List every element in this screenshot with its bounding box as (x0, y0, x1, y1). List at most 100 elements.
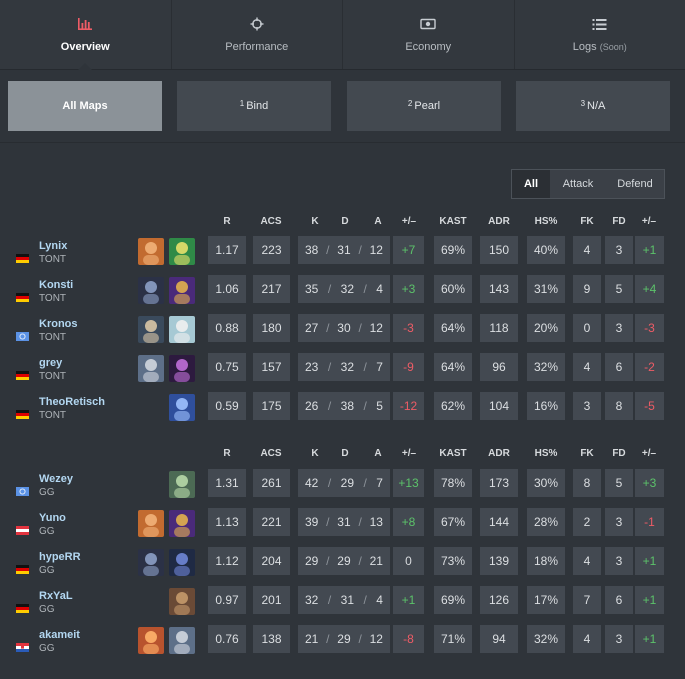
player-row: TheoRetisch TONT 0.59 175 26 / 38 / 5 -12 62% 104 16… (0, 392, 685, 424)
side-attack-button[interactable]: Attack (550, 170, 606, 198)
deaths-value: 29 (337, 554, 351, 568)
rating-cell: 0.97 (208, 586, 246, 614)
first-kill-diff-cell: -3 (635, 314, 664, 342)
jett-agent (169, 394, 195, 421)
player-name[interactable]: Lynix (39, 240, 67, 252)
adr-cell: 173 (480, 469, 518, 497)
side-defend-button[interactable]: Defend (606, 170, 664, 198)
map-bind-button[interactable]: 1 Bind (177, 81, 331, 131)
side-all-button[interactable]: All (512, 170, 550, 198)
kills-value: 39 (305, 515, 319, 529)
map-na-button[interactable]: 3 N/A (516, 81, 670, 131)
map-pearl-button[interactable]: 2 Pearl (347, 81, 501, 131)
slash: / (326, 554, 330, 568)
acs-cell: 180 (253, 314, 290, 342)
tab-logs[interactable]: Logs (Soon) (515, 0, 685, 69)
slash: / (327, 282, 332, 296)
kast-cell: 64% (434, 353, 472, 381)
player-name[interactable]: RxYaL (39, 590, 73, 602)
adr-cell: 143 (480, 275, 518, 303)
slash: / (327, 476, 332, 490)
player-name[interactable]: Yuno (39, 512, 66, 524)
adr-cell: 96 (480, 353, 518, 381)
first-deaths-cell: 3 (605, 236, 633, 264)
germany-flag (16, 250, 29, 263)
acs-cell: 204 (253, 547, 290, 575)
column-header: +/– (401, 448, 417, 459)
list-icon (591, 16, 609, 32)
sage-agent (169, 316, 195, 343)
assists-value: 7 (376, 476, 383, 490)
breach-agent (169, 588, 195, 615)
headshot-percent-cell: 18% (527, 547, 565, 575)
first-kills-cell: 4 (573, 625, 601, 653)
slash: / (327, 360, 332, 374)
player-name[interactable]: hypeRR (39, 551, 81, 563)
first-kill-diff-cell: +3 (635, 469, 664, 497)
player-team: TONT (39, 410, 67, 421)
acs-cell: 175 (253, 392, 290, 420)
acs-cell: 217 (253, 275, 290, 303)
assists-value: 13 (369, 515, 383, 529)
tab-economy[interactable]: Economy (343, 0, 515, 69)
player-team: GG (39, 643, 55, 654)
tab-label: Economy (405, 41, 452, 53)
kill-death-diff-cell: 0 (393, 547, 424, 575)
kast-cell: 73% (434, 547, 472, 575)
crosshair-icon (248, 16, 266, 32)
first-kill-diff-cell: +4 (635, 275, 664, 303)
acs-cell: 223 (253, 236, 290, 264)
player-name[interactable]: TheoRetisch (39, 396, 105, 408)
first-kills-cell: 7 (573, 586, 601, 614)
kills-value: 26 (305, 399, 319, 413)
adr-cell: 139 (480, 547, 518, 575)
first-kill-diff-cell: +1 (635, 547, 664, 575)
map-all-maps-button[interactable]: All Maps (8, 81, 162, 131)
kast-cell: 60% (434, 275, 472, 303)
player-name[interactable]: Wezey (39, 473, 73, 485)
kill-death-diff-cell: +13 (393, 469, 424, 497)
kda-cell: 38 / 31 / 12 (298, 236, 390, 264)
kill-death-diff-cell: -3 (393, 314, 424, 342)
player-team: TONT (39, 293, 67, 304)
reyna-agent (169, 355, 195, 382)
rating-cell: 1.31 (208, 469, 246, 497)
slash: / (363, 399, 367, 413)
player-row: hypeRR GG 1.12 204 29 / 29 / 21 0 73% 139 18% 4 3 +1 (0, 547, 685, 579)
column-header: HS% (534, 448, 558, 459)
first-deaths-cell: 3 (605, 314, 633, 342)
germany-flag (16, 600, 29, 613)
tab-overview[interactable]: Overview (0, 0, 172, 70)
kda-cell: 32 / 31 / 4 (298, 586, 390, 614)
adr-cell: 144 (480, 508, 518, 536)
astra-agent (169, 277, 195, 304)
tab-label-suffix: (Soon) (599, 42, 627, 52)
player-name[interactable]: Kronos (39, 318, 78, 330)
tab-performance[interactable]: Performance (172, 0, 343, 69)
player-name[interactable]: grey (39, 357, 62, 369)
player-row: Kronos TONT 0.88 180 27/30/12 -3 64% 118 20% 0 3 -3 (0, 314, 685, 346)
column-header: +/– (641, 216, 657, 227)
deaths-value: 32 (340, 360, 354, 374)
tab-label: Logs (Soon) (573, 41, 627, 53)
kda-cell: 35 / 32 / 4 (298, 275, 390, 303)
player-name[interactable]: akameit (39, 629, 80, 641)
player-row: Wezey GG 1.31 261 42 / 29 / 7 +13 78% 173 30% 8 5 +3 (0, 469, 685, 501)
first-deaths-cell: 3 (605, 508, 633, 536)
player-team: GG (39, 604, 55, 615)
column-header: ADR (488, 216, 510, 227)
un-flag (16, 483, 29, 496)
player-team: GG (39, 565, 55, 576)
fade-agent (169, 549, 195, 576)
map-selector: All Maps 1 Bind 2 Pearl 3 N/A (0, 71, 685, 143)
first-kill-diff-cell: -5 (635, 392, 664, 420)
column-header: ADR (488, 448, 510, 459)
slash: / (326, 515, 330, 529)
assists-value: 4 (376, 282, 383, 296)
slash: / (358, 243, 362, 257)
kda-cell: 26 / 38 / 5 (298, 392, 390, 420)
kast-cell: 78% (434, 469, 472, 497)
player-name[interactable]: Konsti (39, 279, 73, 291)
column-header: KAST (439, 216, 467, 227)
headshot-percent-cell: 28% (527, 508, 565, 536)
